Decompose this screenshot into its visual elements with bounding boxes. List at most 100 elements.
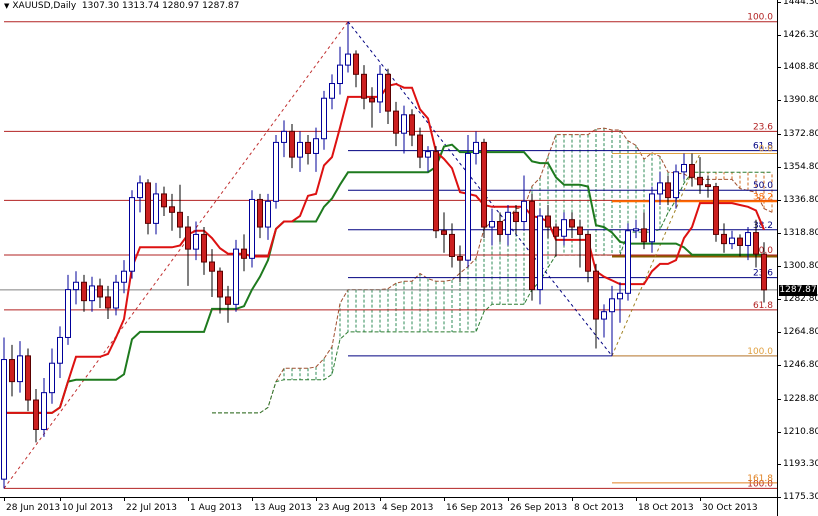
dropdown-arrow-icon[interactable]: ▼ xyxy=(4,2,9,10)
bear-candle xyxy=(25,348,31,412)
candle-body xyxy=(545,215,551,228)
candle-body xyxy=(441,230,447,235)
bull-candle xyxy=(321,90,327,150)
y-tick-label: 1300.80 xyxy=(783,261,818,272)
y-tick-label: 1193.30 xyxy=(783,458,818,469)
bull-candle xyxy=(377,65,383,113)
y-tick-label: 1210.80 xyxy=(783,426,818,437)
bear-candle xyxy=(577,219,583,268)
x-tick-mark xyxy=(444,498,445,501)
fib-level-label: 161.8 xyxy=(747,474,773,484)
chart-title: ▼ XAUUSD,Daily 1307.30 1313.74 1280.97 12… xyxy=(4,1,239,11)
bull-candle xyxy=(489,208,495,246)
candle-body xyxy=(569,219,575,228)
candle-body xyxy=(465,152,471,261)
candle-body xyxy=(697,176,703,186)
y-tick-mark xyxy=(778,365,781,367)
bear-candle xyxy=(353,50,359,88)
x-tick-label: 22 Jul 2013 xyxy=(126,503,177,513)
bull-candle xyxy=(153,182,159,235)
bull-candle xyxy=(49,348,55,404)
symbol-label: XAUUSD,Daily xyxy=(12,1,77,11)
candle-body xyxy=(313,138,319,154)
y-tick-mark xyxy=(778,431,781,433)
bear-candle xyxy=(385,68,391,125)
price-axis[interactable]: 1444.30 1426.30 1408.80 1390.80 1372.80 1354.… xyxy=(777,0,818,516)
candle-body xyxy=(681,163,687,173)
bull-candle xyxy=(617,282,623,323)
bear-candle xyxy=(569,212,575,239)
bear-candle xyxy=(169,193,175,231)
candle-body xyxy=(505,211,511,235)
x-tick-mark xyxy=(188,498,189,501)
fib-level-label: 23.6 xyxy=(753,122,773,132)
candle-body xyxy=(593,270,599,320)
candle-body xyxy=(41,392,47,430)
y-tick-mark xyxy=(778,166,781,168)
candle-body xyxy=(337,64,343,85)
bull-candle xyxy=(633,219,639,239)
candle-body xyxy=(489,221,495,228)
candle-body xyxy=(73,281,79,291)
bear-candle xyxy=(529,193,535,301)
y-tick-label: 1336.80 xyxy=(783,194,818,205)
fib-level-label: 61.8 xyxy=(753,301,773,311)
candle-body xyxy=(273,141,279,202)
candle-body xyxy=(137,182,143,199)
candle-body xyxy=(9,359,15,383)
candle-body xyxy=(33,399,39,430)
candle-body xyxy=(449,233,455,257)
bear-candle xyxy=(289,124,295,169)
price-chart-plot[interactable]: 100.023.650.061.8100.061.850.038.223.60.… xyxy=(0,0,777,497)
y-tick-mark xyxy=(778,463,781,465)
y-tick-mark xyxy=(778,266,781,268)
candle-body xyxy=(193,233,199,250)
x-tick-label: 1 Aug 2013 xyxy=(190,503,242,513)
bear-candle xyxy=(185,216,191,286)
candle-body xyxy=(49,362,55,394)
candle-body xyxy=(585,233,591,272)
bull-candle xyxy=(281,120,287,158)
fib-level-label: 100.0 xyxy=(747,13,773,23)
bear-candle xyxy=(721,223,727,253)
y-tick-mark xyxy=(778,232,781,234)
bull-candle xyxy=(273,135,279,209)
bear-candle xyxy=(705,175,711,198)
x-tick-label: 4 Sep 2013 xyxy=(382,503,434,513)
time-axis[interactable]: 28 Jun 2013 10 Jul 2013 22 Jul 2013 1 Aug 2… xyxy=(0,497,777,516)
candle-body xyxy=(409,114,415,136)
candle-body xyxy=(753,232,759,255)
candle-body xyxy=(249,198,255,259)
y-tick-label: 1426.30 xyxy=(783,30,818,41)
candle-body xyxy=(713,186,719,235)
bull-candle xyxy=(521,175,527,231)
bear-candle xyxy=(225,285,231,323)
candle-body xyxy=(265,200,271,228)
candle-body xyxy=(513,211,519,223)
bull-candle xyxy=(137,175,143,213)
bear-candle xyxy=(737,234,743,257)
candle-body xyxy=(321,97,327,140)
bear-candle xyxy=(81,274,87,312)
ohlc-readout: 1307.30 1313.74 1280.97 1287.87 xyxy=(81,1,240,11)
candle-body xyxy=(65,289,71,338)
candle-body xyxy=(561,219,567,237)
bull-candle xyxy=(601,304,607,338)
senkou-span-a-line xyxy=(212,127,773,414)
candle-body xyxy=(369,97,375,103)
candle-body xyxy=(601,311,607,320)
candle-body xyxy=(185,226,191,250)
candle-body xyxy=(297,141,303,158)
candle-body xyxy=(281,130,287,143)
bull-candle xyxy=(1,337,7,489)
candle-body xyxy=(457,255,463,261)
bear-candle xyxy=(545,204,551,239)
x-tick-label: 8 Oct 2013 xyxy=(574,503,624,513)
candle-body xyxy=(289,130,295,158)
y-tick-label: 1408.80 xyxy=(783,62,818,73)
x-tick-mark xyxy=(124,498,125,501)
bull-candle xyxy=(537,208,543,305)
ichimoku-cloud xyxy=(283,128,773,380)
x-tick-mark xyxy=(316,498,317,501)
bear-candle xyxy=(217,267,223,314)
